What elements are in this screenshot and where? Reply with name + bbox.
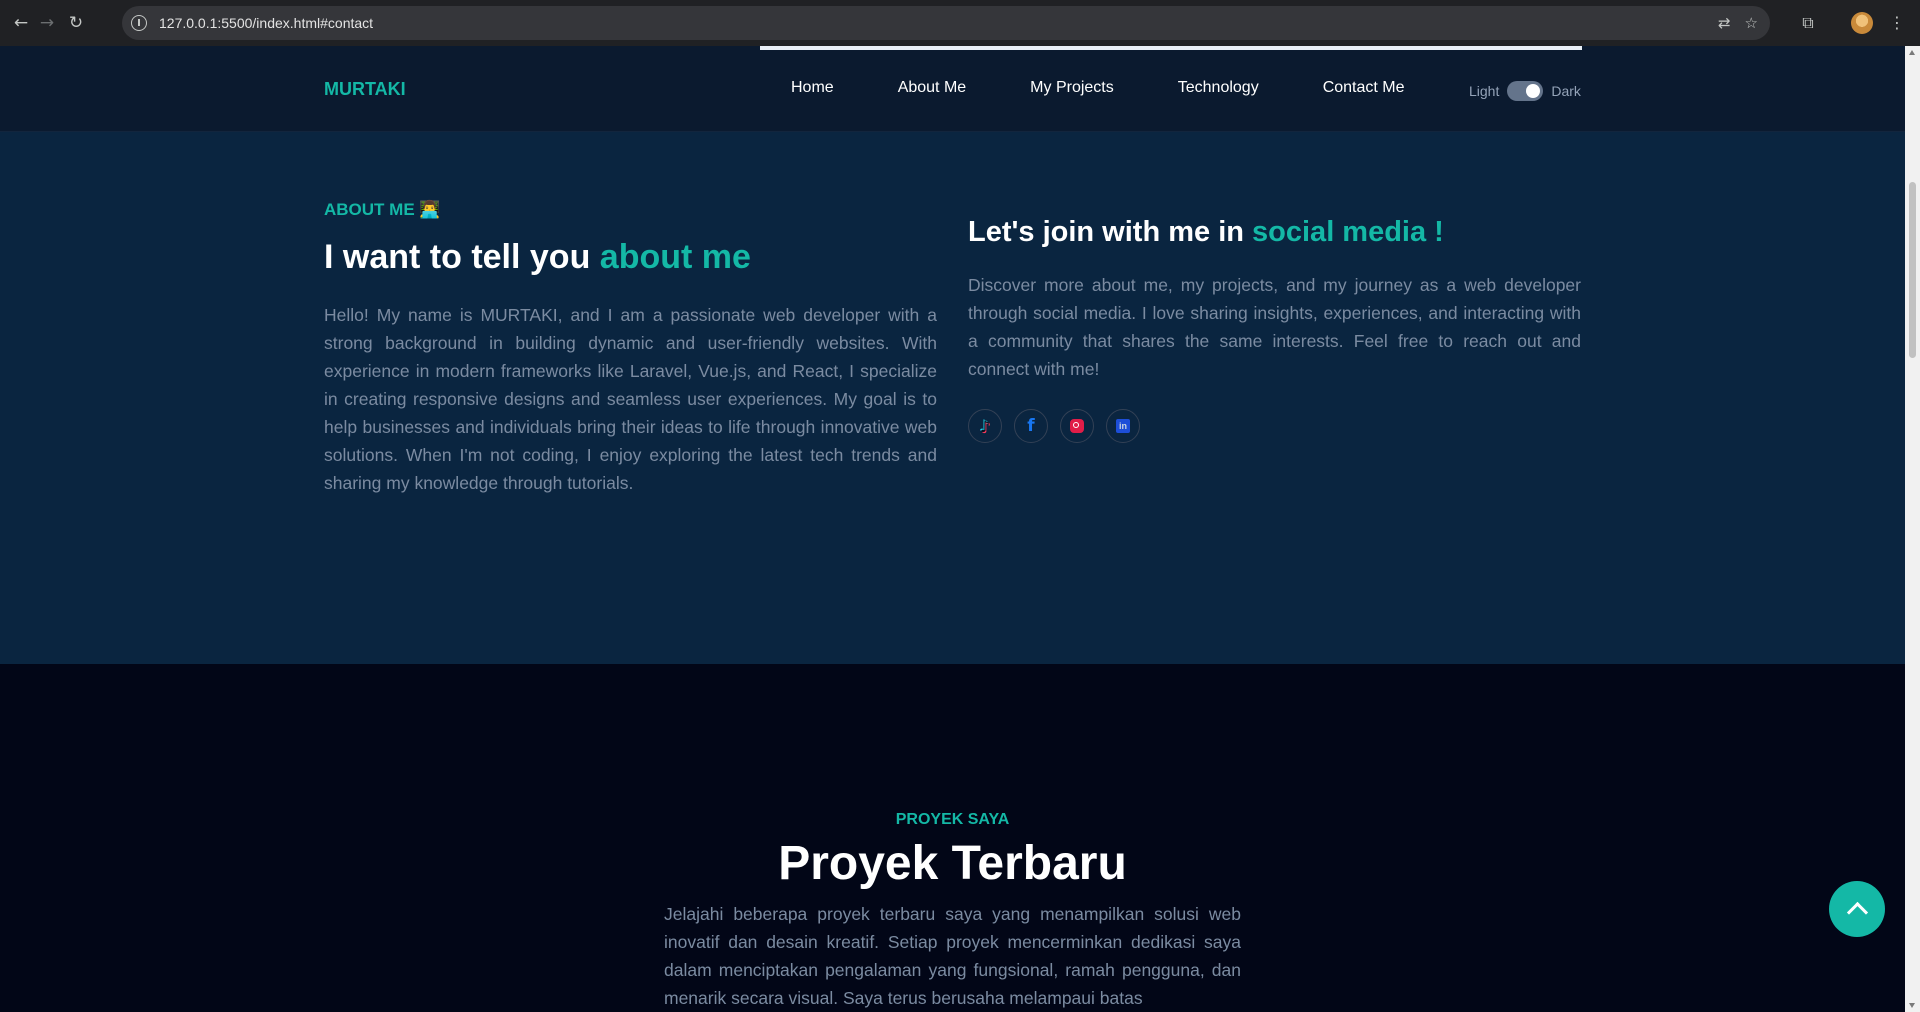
- theme-toggle: Light Dark: [1469, 81, 1581, 101]
- star-icon[interactable]: ☆: [1745, 14, 1758, 32]
- page-viewport: MURTAKI Home About Me My Projects Techno…: [0, 46, 1905, 1012]
- back-to-top-button[interactable]: [1829, 881, 1885, 937]
- projects-paragraph: Jelajahi beberapa proyek terbaru saya ya…: [664, 904, 1241, 1008]
- projects-eyebrow: PROYEK SAYA: [895, 811, 1010, 828]
- nav-contact[interactable]: Contact Me: [1323, 79, 1405, 97]
- about-section: ABOUT ME 👨‍💻 I want to tell you about me…: [0, 132, 1905, 664]
- social-links: ♪ f in: [968, 409, 1581, 443]
- nav-projects[interactable]: My Projects: [1030, 79, 1114, 97]
- projects-title: Proyek Terbaru: [778, 837, 1127, 890]
- site-logo[interactable]: MURTAKI: [324, 79, 406, 100]
- page-scrollbar[interactable]: [1905, 46, 1920, 1012]
- translate-icon[interactable]: ⇄: [1718, 14, 1731, 32]
- toggle-light-label: Light: [1469, 83, 1500, 99]
- nav-technology[interactable]: Technology: [1178, 79, 1259, 97]
- scrollbar-thumb[interactable]: [1909, 182, 1916, 358]
- back-icon[interactable]: ←: [8, 10, 34, 36]
- tiktok-link[interactable]: ♪: [968, 409, 1002, 443]
- social-paragraph: Discover more about me, my projects, and…: [968, 275, 1581, 379]
- browser-toolbar: ← → ↻ 127.0.0.1:5500/index.html#contact …: [0, 0, 1920, 46]
- reload-icon[interactable]: ↻: [63, 10, 89, 36]
- social-heading-plain: Let's join with me in: [968, 216, 1253, 248]
- social-column: Let's join with me in social media ! Dis…: [968, 200, 1581, 443]
- toggle-dark-label: Dark: [1551, 83, 1581, 99]
- about-paragraph: Hello! My name is MURTAKI, and I am a pa…: [324, 305, 937, 493]
- linkedin-icon: in: [1116, 419, 1130, 433]
- social-heading: Let's join with me in social media !: [968, 216, 1581, 249]
- projects-section: PROYEK SAYA Proyek Terbaru Jelajahi bebe…: [0, 664, 1905, 1012]
- extensions-icon[interactable]: ⧉: [1797, 12, 1819, 34]
- menu-icon[interactable]: ⋮: [1886, 12, 1908, 34]
- scroll-up-icon[interactable]: [1909, 50, 1915, 55]
- nav-home[interactable]: Home: [791, 79, 834, 97]
- instagram-link[interactable]: [1060, 409, 1094, 443]
- social-heading-accent: social media !: [1252, 216, 1444, 248]
- facebook-link[interactable]: f: [1014, 409, 1048, 443]
- address-bar[interactable]: 127.0.0.1:5500/index.html#contact ⇄ ☆: [122, 6, 1770, 40]
- info-icon[interactable]: [131, 15, 147, 31]
- facebook-icon: f: [1027, 416, 1035, 436]
- theme-switch[interactable]: [1507, 81, 1544, 101]
- url-text[interactable]: 127.0.0.1:5500/index.html#contact: [159, 15, 373, 31]
- scroll-down-icon[interactable]: [1909, 1003, 1915, 1008]
- scroll-progress-bar: [760, 46, 1582, 50]
- chevron-up-icon: [1846, 901, 1868, 923]
- nav-about[interactable]: About Me: [898, 79, 966, 97]
- tiktok-icon: ♪: [979, 416, 991, 436]
- profile-avatar[interactable]: [1851, 12, 1873, 34]
- about-heading-accent: about me: [599, 238, 751, 276]
- about-column: ABOUT ME 👨‍💻 I want to tell you about me…: [324, 200, 937, 497]
- main-nav: Home About Me My Projects Technology Con…: [791, 79, 1405, 97]
- site-header: MURTAKI Home About Me My Projects Techno…: [0, 46, 1905, 132]
- switch-knob: [1526, 84, 1541, 98]
- forward-icon[interactable]: →: [34, 10, 60, 36]
- about-heading-plain: I want to tell you: [324, 238, 600, 276]
- about-heading: I want to tell you about me: [324, 238, 937, 277]
- linkedin-link[interactable]: in: [1106, 409, 1140, 443]
- instagram-icon: [1070, 419, 1084, 433]
- about-eyebrow: ABOUT ME 👨‍💻: [324, 200, 441, 219]
